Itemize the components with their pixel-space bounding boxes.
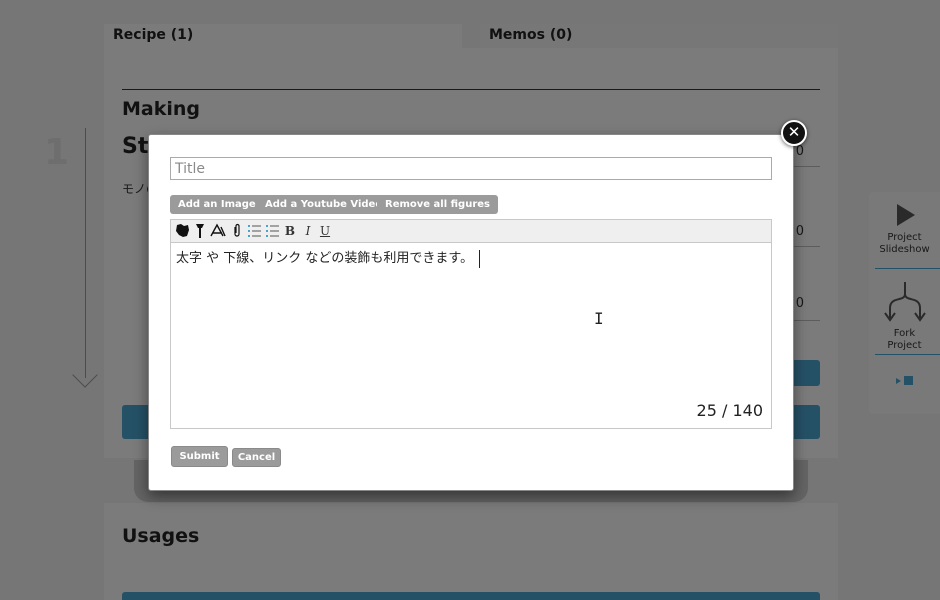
- bold-icon[interactable]: B: [282, 223, 298, 239]
- submit-button[interactable]: Submit: [171, 446, 228, 467]
- ordered-list-icon[interactable]: [246, 223, 262, 239]
- editor-toolbar: B I U: [170, 219, 772, 242]
- paperclip-icon[interactable]: [229, 223, 245, 239]
- wrench-icon[interactable]: [192, 223, 208, 239]
- editor-text: 太字 や 下線、リンク などの装飾も利用できます。: [176, 251, 474, 266]
- character-counter: 25 / 140: [696, 401, 763, 420]
- cancel-button[interactable]: Cancel: [232, 448, 281, 467]
- title-input[interactable]: [170, 157, 772, 180]
- rich-text-editor[interactable]: 太字 や 下線、リンク などの装飾も利用できます。 25 / 140: [170, 242, 772, 429]
- close-dialog-button[interactable]: ✕: [781, 120, 807, 146]
- compass-icon[interactable]: [209, 223, 226, 239]
- text-caret: [479, 249, 481, 268]
- edit-step-dialog: Add an Image Add a Youtube Video Remove …: [148, 134, 794, 491]
- add-youtube-video-button[interactable]: Add a Youtube Video: [257, 195, 391, 214]
- unordered-list-icon[interactable]: [264, 223, 280, 239]
- close-icon: ✕: [787, 123, 801, 141]
- add-image-button[interactable]: Add an Image: [170, 195, 264, 214]
- editor-content[interactable]: 太字 や 下線、リンク などの装飾も利用できます。: [176, 247, 481, 268]
- italic-icon[interactable]: I: [300, 223, 316, 239]
- underline-icon[interactable]: U: [317, 223, 333, 239]
- leaf-icon[interactable]: [174, 223, 190, 239]
- remove-all-figures-button[interactable]: Remove all figures: [377, 195, 498, 214]
- ibeam-cursor-icon: I: [594, 309, 604, 328]
